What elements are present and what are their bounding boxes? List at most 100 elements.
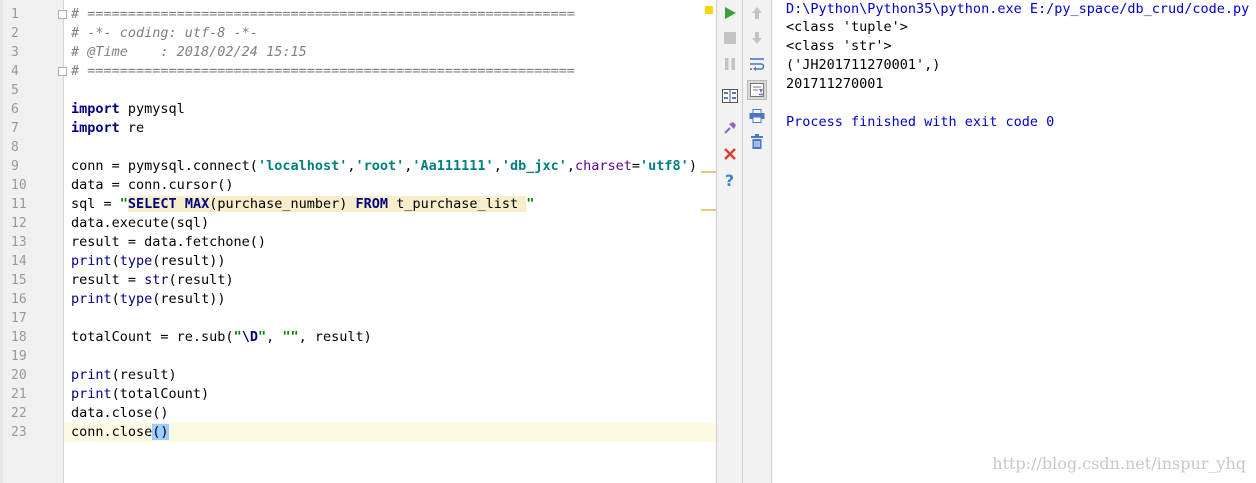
soft-wrap-icon[interactable] <box>747 54 767 74</box>
code-line: data = conn.cursor() <box>64 176 716 195</box>
warning-stripe[interactable] <box>701 209 716 211</box>
line-number: 20 <box>11 368 27 383</box>
code-line: data.execute(sql) <box>64 214 716 233</box>
line-number: 1 <box>11 7 19 22</box>
run-console-output[interactable]: D:\Python\Python35\python.exe E:/py_spac… <box>772 0 1256 483</box>
code-text: (result)) <box>152 253 226 269</box>
layout-icon[interactable] <box>720 86 740 106</box>
print-icon[interactable] <box>747 106 767 126</box>
inspection-status-icon[interactable] <box>705 6 713 14</box>
line-number-gutter: 1 2 3 4 5 6 7 8 9 10 11 12 13 14 15 16 1… <box>0 0 64 483</box>
code-line: print(type(result)) <box>64 252 716 271</box>
close-icon[interactable] <box>720 144 740 164</box>
code-text: , result) <box>298 329 372 345</box>
code-text: t_purchase_list <box>388 196 527 212</box>
string-literal: 'utf8' <box>640 158 689 174</box>
code-text: ( <box>111 291 120 307</box>
code-line: # ======================================… <box>64 5 716 24</box>
sql-keyword: SELECT <box>127 196 177 212</box>
code-text: , <box>566 158 575 174</box>
code-text: ( <box>111 253 120 269</box>
code-line: print(type(result)) <box>64 290 716 309</box>
run-toolbar: ? <box>716 0 743 483</box>
console-toolbar <box>743 0 772 483</box>
pause-icon[interactable] <box>720 54 740 74</box>
builtin: print <box>71 367 112 383</box>
line-number: 16 <box>11 292 27 307</box>
code-text: (result) <box>111 367 177 383</box>
code-text: = <box>631 158 641 174</box>
sql-injection-fragment: SELECT MAX(purchase_number) FROM t_purch… <box>127 196 527 212</box>
code-line: totalCount = re.sub("\D", "", result) <box>64 328 716 347</box>
help-icon[interactable]: ? <box>720 170 740 190</box>
line-number: 17 <box>11 311 27 326</box>
up-arrow-icon[interactable] <box>747 3 767 23</box>
code-text: (result) <box>168 272 234 288</box>
code-text: result = data.fetchone() <box>71 234 267 250</box>
builtin: type <box>119 253 153 269</box>
line-number: 15 <box>11 273 27 288</box>
line-number: 7 <box>11 121 19 136</box>
line-number: 3 <box>11 45 19 60</box>
builtin: print <box>71 253 112 269</box>
code-line: result = data.fetchone() <box>64 233 716 252</box>
console-command-line[interactable]: D:\Python\Python35\python.exe E:/py_spac… <box>786 0 1249 19</box>
warning-stripe[interactable] <box>701 171 716 173</box>
code-text: re <box>119 120 145 136</box>
line-number: 18 <box>11 330 27 345</box>
code-line: import pymysql <box>64 100 716 119</box>
scroll-to-end-icon[interactable] <box>747 80 767 100</box>
code-text: totalCount = re.sub( <box>71 329 234 345</box>
builtin: type <box>119 291 153 307</box>
line-number: 14 <box>11 254 27 269</box>
builtin: str <box>144 272 169 288</box>
trash-icon[interactable] <box>747 131 767 151</box>
code-line: conn = pymysql.connect('localhost', 'root… <box>64 157 716 176</box>
code-line: print(totalCount) <box>64 385 716 404</box>
code-text: (purchase_number) <box>209 196 356 212</box>
code-line: sql = "SELECT MAX(purchase_number) FROM … <box>64 195 716 214</box>
code-line: result = str(result) <box>64 271 716 290</box>
code-editor[interactable]: 1 2 3 4 5 6 7 8 9 10 11 12 13 14 15 16 1… <box>0 0 716 483</box>
string-quote: " <box>233 329 242 345</box>
matched-brace: () <box>152 424 169 440</box>
line-number: 21 <box>11 387 27 402</box>
line-number: 8 <box>11 140 19 155</box>
code-text: ) <box>688 158 697 174</box>
keyword: import <box>71 101 120 117</box>
console-output-line: <class 'str'> <box>786 38 892 54</box>
code-text: result = <box>71 272 145 288</box>
sql-keyword: FROM <box>355 196 389 212</box>
line-number: 5 <box>11 83 19 98</box>
stop-icon[interactable] <box>720 28 740 48</box>
keyword: import <box>71 120 120 136</box>
console-exit-message: Process finished with exit code 0 <box>786 114 1055 130</box>
string-quote: " <box>257 329 267 345</box>
run-icon[interactable] <box>720 3 740 23</box>
string-literal: 'localhost' <box>257 158 348 174</box>
code-text: data = conn.cursor() <box>71 177 234 193</box>
builtin: print <box>71 386 112 402</box>
line-number: 2 <box>11 26 19 41</box>
code-line: import re <box>64 119 716 138</box>
escape-sequence: \D <box>241 329 258 345</box>
code-text: (totalCount) <box>111 386 210 402</box>
code-line: data.close() <box>64 404 716 423</box>
string-literal: 'db_jxc' <box>501 158 567 174</box>
line-number: 13 <box>11 235 27 250</box>
string-literal: 'root' <box>355 158 405 174</box>
comment: # -*- coding: utf-8 -*- <box>71 25 258 41</box>
console-output-line: <class 'tuple'> <box>786 19 908 35</box>
line-number: 4 <box>11 64 19 79</box>
down-arrow-icon[interactable] <box>747 28 767 48</box>
code-text: (result)) <box>152 291 226 307</box>
sql-keyword: MAX <box>184 196 210 212</box>
code-line: # ======================================… <box>64 62 716 81</box>
current-code-line: conn.close() <box>64 423 716 442</box>
line-number: 22 <box>11 406 27 421</box>
pin-icon[interactable] <box>720 118 740 138</box>
line-number: 6 <box>11 102 19 117</box>
code-area[interactable]: # ======================================… <box>64 0 716 483</box>
param-name: charset <box>575 158 632 174</box>
code-text: , <box>266 329 283 345</box>
